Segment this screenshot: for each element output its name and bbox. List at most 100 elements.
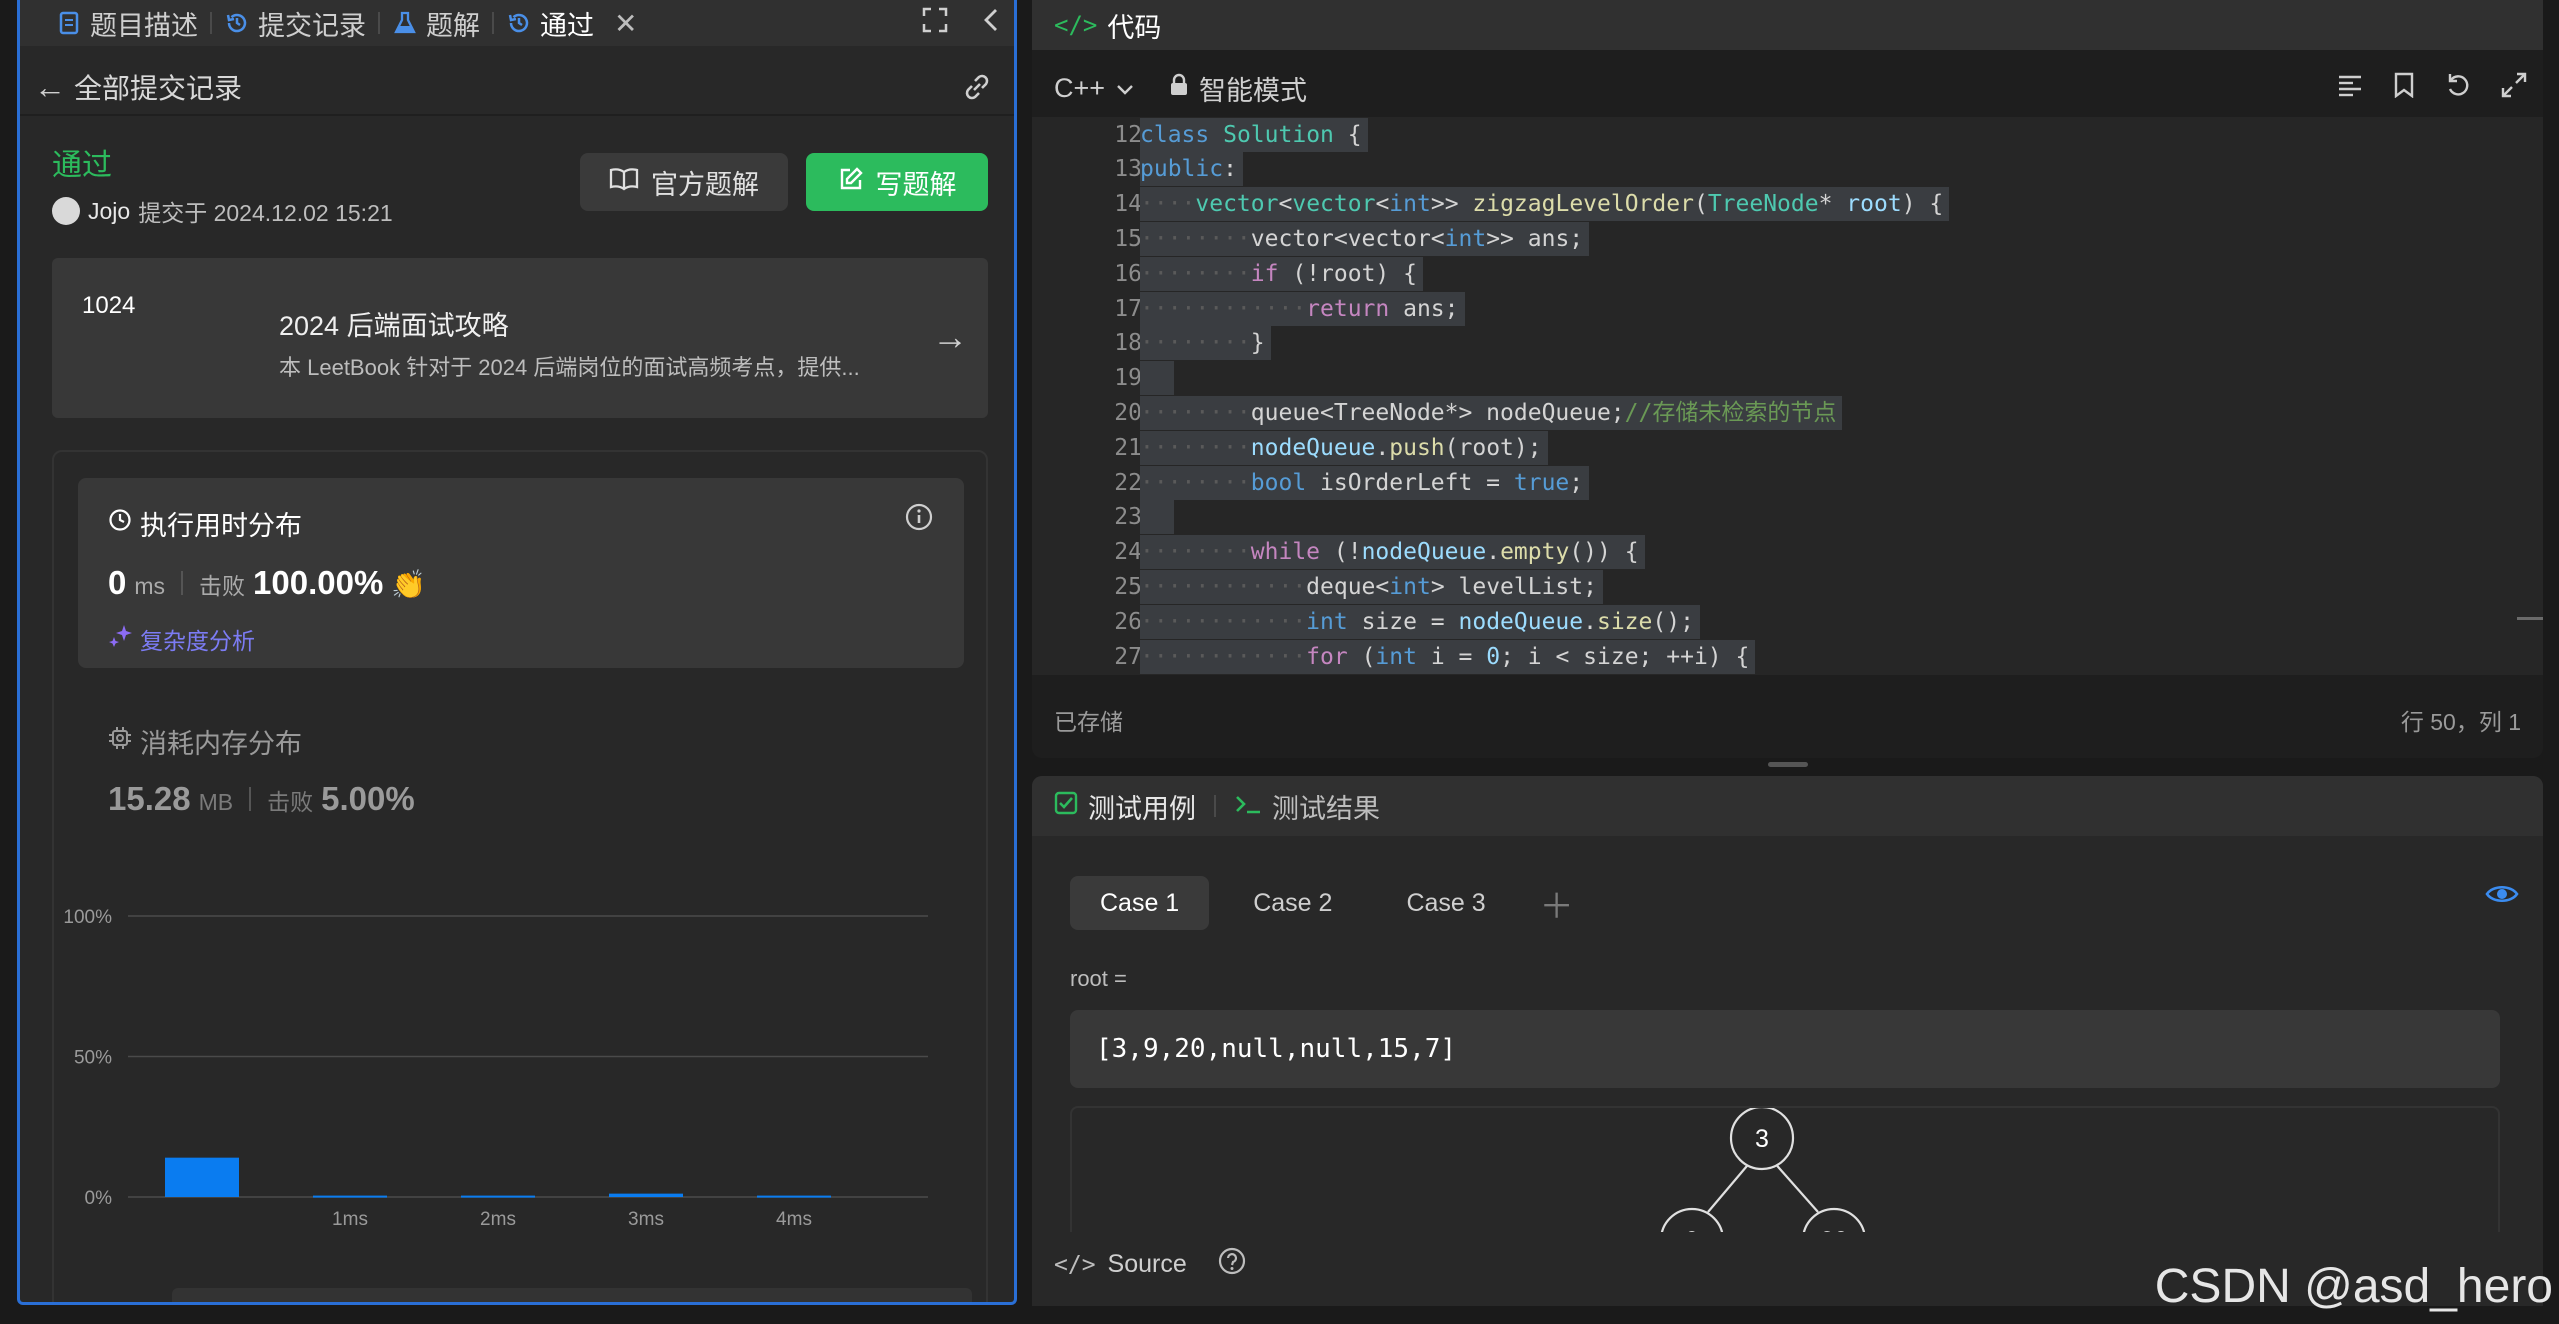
tab-submissions[interactable]: 提交记录 bbox=[212, 0, 378, 46]
chart-bar[interactable] bbox=[757, 1195, 831, 1198]
x-tick-label: 4ms bbox=[776, 1209, 812, 1230]
close-icon[interactable]: ✕ bbox=[614, 7, 637, 40]
code-text: public: bbox=[1140, 152, 1243, 187]
submit-time: 提交于 2024.12.02 15:21 bbox=[138, 200, 393, 226]
username[interactable]: Jojo bbox=[88, 198, 130, 225]
submitter-info: Jojo 提交于 2024.12.02 15:21 bbox=[52, 194, 393, 228]
line-number: 21 bbox=[1114, 434, 1142, 461]
complexity-label: 复杂度分析 bbox=[140, 628, 255, 654]
write-solution-button[interactable]: 写题解 bbox=[806, 153, 988, 211]
code-toolbar: C++ 智能模式 bbox=[1032, 62, 2543, 114]
code-line[interactable]: 17 ············return ans; bbox=[1032, 291, 2543, 326]
root-input[interactable]: [3,9,20,null,null,15,7] bbox=[1070, 1010, 2500, 1088]
tab-solutions[interactable]: 题解 bbox=[380, 0, 492, 46]
code-line[interactable]: 13 public: bbox=[1032, 152, 2543, 187]
case-tab[interactable]: Case 3 bbox=[1376, 876, 1515, 930]
smart-mode-toggle[interactable]: 智能模式 bbox=[1169, 69, 1307, 108]
case-tab[interactable]: Case 1 bbox=[1070, 876, 1210, 930]
official-solution-label: 官方题解 bbox=[651, 169, 759, 200]
runtime-distribution-chart[interactable]: 100% 50% 0% 1ms 2ms 3ms 4ms bbox=[54, 892, 990, 1292]
code-line[interactable]: 27 ············for (int i = 0; i < size; … bbox=[1032, 639, 2543, 674]
code-line[interactable]: 23 bbox=[1032, 500, 2543, 535]
chart-bar[interactable] bbox=[461, 1195, 535, 1198]
code-line[interactable]: 20 ········queue<TreeNode*> nodeQueue;//存… bbox=[1032, 395, 2543, 430]
runtime-value: 0 bbox=[108, 564, 127, 601]
chart-scroll-area bbox=[172, 1288, 972, 1302]
back-arrow-icon[interactable]: ← bbox=[34, 69, 74, 106]
tab-test-results[interactable]: 测试结果 bbox=[1272, 787, 1380, 826]
code-panel: </> 代码 C++ 智能模式 12 class Solution {13 p… bbox=[1032, 0, 2543, 758]
edit-icon bbox=[838, 166, 864, 199]
line-number: 15 bbox=[1114, 225, 1142, 252]
leetbook-promo-card[interactable]: 1024 2024 后端面试攻略 本 LeetBook 针对于 2024 后端岗… bbox=[52, 258, 988, 418]
memory-value: 15.28 bbox=[108, 780, 191, 817]
arrow-right-icon[interactable]: → bbox=[932, 316, 968, 358]
source-button[interactable]: Source bbox=[1108, 1250, 1187, 1279]
scrollbar-marker[interactable] bbox=[2517, 617, 2543, 620]
case-tab[interactable]: Case 2 bbox=[1223, 876, 1362, 930]
code-line[interactable]: 18 ········} bbox=[1032, 326, 2543, 361]
tab-description-label: 题目描述 bbox=[90, 10, 198, 41]
code-line[interactable]: 21 ········nodeQueue.push(root); bbox=[1032, 430, 2543, 465]
code-text: ········if (!root) { bbox=[1140, 256, 1423, 291]
eye-icon[interactable] bbox=[2485, 882, 2519, 911]
code-line[interactable]: 25 ············deque<int> levelList; bbox=[1032, 569, 2543, 604]
code-line[interactable]: 26 ············int size = nodeQueue.size(… bbox=[1032, 604, 2543, 639]
chart-bar[interactable] bbox=[313, 1195, 387, 1198]
reset-icon[interactable] bbox=[2445, 72, 2471, 105]
format-icon[interactable] bbox=[2337, 73, 2363, 104]
chip-icon bbox=[108, 726, 132, 757]
code-line[interactable]: 12 class Solution { bbox=[1032, 117, 2543, 152]
panel-resize-handle[interactable] bbox=[1768, 762, 1808, 767]
tab-test-cases[interactable]: 测试用例 bbox=[1088, 787, 1196, 826]
share-link-icon[interactable] bbox=[960, 70, 994, 111]
language-select[interactable]: C++ bbox=[1054, 73, 1135, 104]
code-panel-header: </> 代码 bbox=[1032, 0, 2543, 50]
tab-description[interactable]: 题目描述 bbox=[44, 0, 210, 46]
code-line[interactable]: 14 ····vector<vector<int>> zigzagLevelOrd… bbox=[1032, 187, 2543, 222]
tab-submissions-label: 提交记录 bbox=[258, 10, 366, 41]
code-text: ········} bbox=[1140, 326, 1271, 361]
param-label: root = bbox=[1070, 966, 1127, 991]
code-text: ········queue<TreeNode*> nodeQueue;//存储未… bbox=[1140, 395, 1843, 430]
runtime-card[interactable]: 执行用时分布 0 ms 击败 100.00% 👏 复杂度分析 bbox=[78, 478, 964, 668]
saved-status: 已存储 bbox=[1054, 709, 1123, 735]
official-solution-button[interactable]: 官方题解 bbox=[580, 153, 788, 211]
code-icon: </> bbox=[1054, 1251, 1096, 1278]
all-submissions-link[interactable]: 全部提交记录 bbox=[74, 67, 242, 107]
fullscreen-icon[interactable] bbox=[922, 7, 948, 40]
info-icon[interactable] bbox=[904, 502, 934, 537]
collapse-left-icon[interactable] bbox=[982, 7, 1000, 40]
memory-beat-value: 5.00% bbox=[321, 780, 415, 817]
code-status-bar: 已存储 行 50，列 1 bbox=[1054, 700, 2521, 740]
sparkle-icon bbox=[108, 623, 134, 655]
code-editor[interactable]: 12 class Solution {13 public: 14 ····vector<… bbox=[1032, 117, 2543, 675]
smart-mode-label: 智能模式 bbox=[1199, 75, 1308, 106]
bookmark-icon[interactable] bbox=[2393, 72, 2415, 105]
avatar[interactable] bbox=[52, 197, 80, 225]
chart-bar[interactable] bbox=[165, 1157, 239, 1197]
add-case-icon[interactable]: ＋ bbox=[1540, 879, 1574, 928]
case-tabs: Case 1 Case 2 Case 3 ＋ bbox=[1070, 876, 1574, 930]
code-icon: </> bbox=[1054, 11, 1098, 39]
line-number: 22 bbox=[1114, 469, 1142, 496]
line-number: 19 bbox=[1114, 365, 1142, 392]
chart-bar[interactable] bbox=[609, 1193, 683, 1197]
runtime-beat-label: 击败 bbox=[199, 573, 246, 599]
memory-title[interactable]: 消耗内存分布 bbox=[108, 722, 302, 761]
x-tick-label: 3ms bbox=[628, 1209, 664, 1230]
promo-description: 本 LeetBook 针对于 2024 后端岗位的面试高频考点，提供... bbox=[279, 355, 860, 380]
line-number: 26 bbox=[1114, 608, 1142, 635]
test-panel: 测试用例 测试结果 Case 1 Case 2 Case 3 ＋ root = … bbox=[1032, 776, 2543, 1306]
submission-panel: 题目描述 提交记录 题解 通过 ✕ ← 全部提交记录 通过 Jojo 提交于 2… bbox=[17, 0, 1017, 1305]
checkbox-icon bbox=[1054, 791, 1078, 822]
code-line[interactable]: 19 bbox=[1032, 361, 2543, 396]
help-icon[interactable] bbox=[1217, 1246, 1247, 1283]
complexity-analysis-link[interactable]: 复杂度分析 bbox=[108, 622, 255, 656]
code-line[interactable]: 22 ········bool isOrderLeft = true; bbox=[1032, 465, 2543, 500]
code-line[interactable]: 15 ········vector<vector<int>> ans; bbox=[1032, 221, 2543, 256]
code-line[interactable]: 16 ········if (!root) { bbox=[1032, 256, 2543, 291]
expand-icon[interactable] bbox=[2501, 72, 2527, 105]
code-line[interactable]: 24 ········while (!nodeQueue.empty()) { bbox=[1032, 535, 2543, 570]
tab-accepted[interactable]: 通过 ✕ bbox=[494, 0, 649, 46]
